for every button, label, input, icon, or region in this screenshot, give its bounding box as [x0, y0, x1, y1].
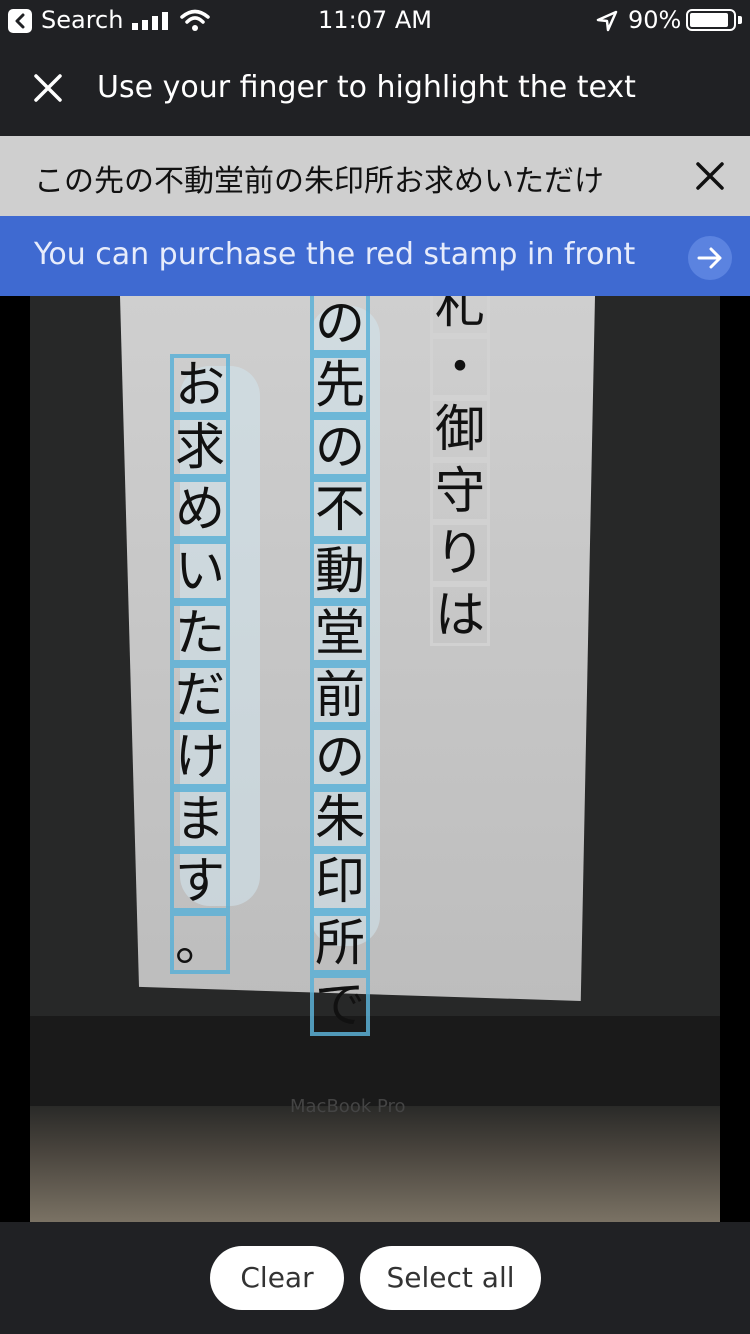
text-char[interactable]: の	[310, 726, 370, 788]
text-char[interactable]: い	[170, 540, 230, 602]
text-char[interactable]: 不	[310, 478, 370, 540]
camera-view[interactable]: MacBook Pro 札・御守りは の先の不動堂前の朱印所で お求めいただけま…	[0, 296, 750, 1222]
bottom-bar: Clear Select all	[0, 1222, 750, 1334]
translation-text: You can purchase the red stamp in front …	[34, 237, 639, 272]
text-column-1[interactable]: 札・御守りは	[430, 296, 490, 646]
source-text: この先の不動堂前の朱印所お求めいただけ	[34, 164, 604, 199]
open-translation-button[interactable]	[688, 236, 732, 280]
arrow-right-icon	[697, 247, 722, 269]
text-char[interactable]: 所	[310, 912, 370, 974]
text-char[interactable]: 動	[310, 540, 370, 602]
location-arrow-icon	[596, 10, 618, 32]
text-char[interactable]: で	[310, 974, 370, 1036]
text-char[interactable]: す	[170, 850, 230, 912]
text-char[interactable]: 堂	[310, 602, 370, 664]
text-char[interactable]: 守	[430, 460, 490, 522]
text-char[interactable]: 求	[170, 416, 230, 478]
battery-icon	[686, 9, 736, 31]
text-column-2[interactable]: の先の不動堂前の朱印所で	[310, 296, 370, 1036]
text-char[interactable]: 朱	[310, 788, 370, 850]
close-icon[interactable]	[30, 70, 66, 106]
text-column-3[interactable]: お求めいただけます。	[170, 354, 230, 974]
text-char[interactable]: 札	[430, 296, 490, 336]
text-char[interactable]: 前	[310, 664, 370, 726]
laptop-brand: MacBook Pro	[290, 1096, 406, 1117]
text-char[interactable]: お	[170, 354, 230, 416]
source-text-bar: この先の不動堂前の朱印所お求めいただけ	[0, 136, 750, 216]
clear-button[interactable]: Clear	[210, 1246, 344, 1310]
text-char[interactable]: は	[430, 584, 490, 646]
laptop-keyboard-edge	[30, 1106, 720, 1222]
select-all-button[interactable]: Select all	[360, 1246, 541, 1310]
clear-source-icon[interactable]	[692, 158, 728, 194]
header: Use your finger to highlight the text	[0, 40, 750, 136]
text-char[interactable]: 先	[310, 354, 370, 416]
battery-nub	[738, 16, 742, 24]
text-char[interactable]: の	[310, 416, 370, 478]
text-char[interactable]: の	[310, 296, 370, 354]
text-char[interactable]: た	[170, 602, 230, 664]
text-char[interactable]: り	[430, 522, 490, 584]
text-char[interactable]: 印	[310, 850, 370, 912]
text-char[interactable]: け	[170, 726, 230, 788]
translation-bar[interactable]: You can purchase the red stamp in front …	[0, 216, 750, 296]
text-char[interactable]: 。	[170, 912, 230, 974]
page-title: Use your finger to highlight the text	[97, 70, 636, 105]
text-char[interactable]: ま	[170, 788, 230, 850]
text-char[interactable]: め	[170, 478, 230, 540]
battery-percent: 90%	[628, 6, 682, 34]
text-char[interactable]: 御	[430, 398, 490, 460]
laptop-bezel	[30, 1016, 720, 1106]
text-char[interactable]: ・	[430, 336, 490, 398]
status-bar: Search 11:07 AM 90%	[0, 0, 750, 40]
text-char[interactable]: だ	[170, 664, 230, 726]
